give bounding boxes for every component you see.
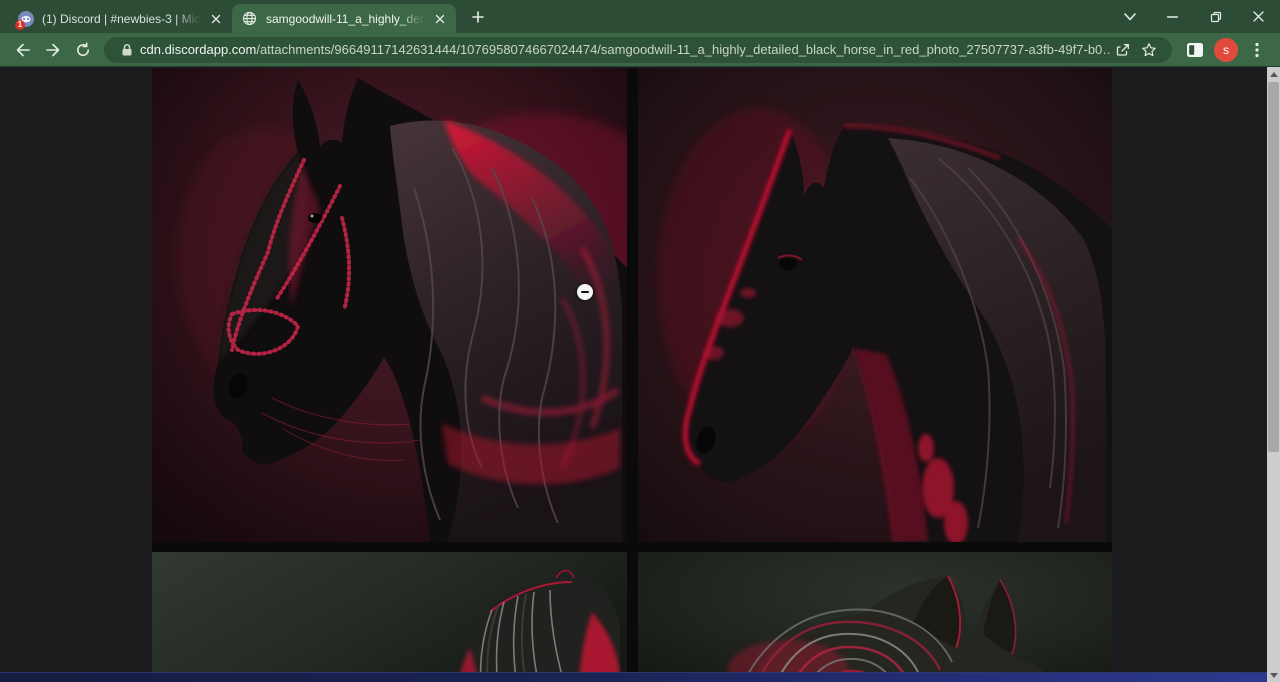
globe-favicon-icon: [242, 11, 258, 27]
notification-badge: 1: [15, 20, 25, 30]
back-button[interactable]: [8, 36, 38, 64]
attachment-image[interactable]: [152, 68, 1112, 682]
image-quadrant-bottom-left: [152, 552, 627, 682]
zoom-out-cursor-icon: [577, 284, 593, 300]
tab-title: (1) Discord | #newbies-3 | Midjou: [42, 12, 204, 26]
bookmark-star-icon[interactable]: [1136, 38, 1162, 62]
page-viewport: [0, 67, 1280, 682]
side-panel-icon[interactable]: [1180, 36, 1210, 64]
url-host: cdn.discordapp.com: [140, 42, 256, 57]
image-quadrant-bottom-right: [638, 552, 1112, 682]
browser-window: 1 (1) Discord | #newbies-3 | Midjou samg…: [0, 0, 1280, 682]
restore-button[interactable]: [1194, 0, 1237, 33]
tab-close-icon[interactable]: [432, 11, 448, 27]
reload-button[interactable]: [68, 36, 98, 64]
scrollbar-thumb[interactable]: [1268, 82, 1279, 452]
minimize-button[interactable]: [1151, 0, 1194, 33]
scroll-up-icon[interactable]: [1267, 67, 1280, 81]
tab-bar: 1 (1) Discord | #newbies-3 | Midjou samg…: [0, 0, 1280, 33]
tab-title: samgoodwill-11_a_highly_detaile: [266, 12, 428, 26]
url-text: cdn.discordapp.com/attachments/966491171…: [140, 42, 1110, 57]
profile-avatar[interactable]: s: [1214, 38, 1238, 62]
menu-kebab-icon[interactable]: [1242, 36, 1272, 64]
tab-attachment[interactable]: samgoodwill-11_a_highly_detaile: [232, 4, 456, 33]
tab-search-icon[interactable]: [1108, 0, 1151, 33]
taskbar-edge: [0, 672, 1267, 682]
image-quadrant-top-right: [638, 68, 1112, 542]
image-quadrant-top-left: [152, 68, 627, 542]
close-window-button[interactable]: [1237, 0, 1280, 33]
tab-close-icon[interactable]: [208, 11, 224, 27]
share-icon[interactable]: [1110, 38, 1136, 62]
url-path: /attachments/96649117142631444/107695807…: [256, 42, 1110, 57]
scroll-down-icon[interactable]: [1267, 668, 1280, 682]
forward-button[interactable]: [38, 36, 68, 64]
tab-discord[interactable]: 1 (1) Discord | #newbies-3 | Midjou: [8, 4, 232, 33]
vertical-scrollbar[interactable]: [1267, 67, 1280, 682]
discord-favicon-icon: 1: [18, 11, 34, 27]
lock-icon[interactable]: [114, 38, 140, 62]
new-tab-button[interactable]: [464, 3, 492, 31]
address-bar[interactable]: cdn.discordapp.com/attachments/966491171…: [104, 37, 1172, 63]
window-controls: [1108, 0, 1280, 33]
toolbar: cdn.discordapp.com/attachments/966491171…: [0, 33, 1280, 67]
